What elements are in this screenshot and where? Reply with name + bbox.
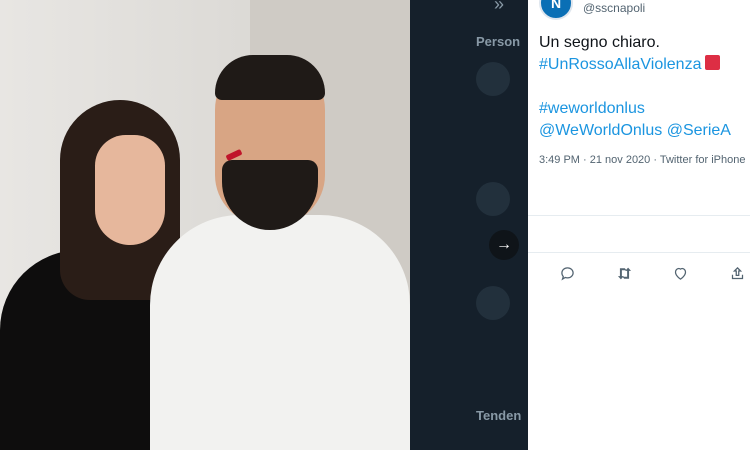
suggestion-avatar[interactable] bbox=[476, 182, 510, 216]
red-square-emoji bbox=[705, 55, 721, 70]
tweet-timestamp[interactable]: 3:49 PM · 21 nov 2020 · Twitter for iPho… bbox=[539, 154, 745, 166]
hashtag-link[interactable]: #UnRossoAllaViolenza bbox=[539, 56, 701, 73]
hashtag-link[interactable]: #weworldonlus bbox=[539, 100, 645, 117]
tweet-line-2: #UnRossoAllaViolenza bbox=[539, 54, 749, 76]
tweet-line-1: Un segno chiaro. bbox=[539, 34, 660, 51]
mention-link[interactable]: @WeWorldOnlus bbox=[539, 122, 662, 139]
divider bbox=[528, 215, 750, 216]
background-sidebar bbox=[410, 0, 528, 450]
retweet-icon[interactable] bbox=[613, 262, 635, 284]
suggestion-avatar[interactable] bbox=[476, 286, 510, 320]
next-image-button[interactable]: → bbox=[489, 230, 519, 260]
trending-heading: Tenden bbox=[476, 408, 522, 423]
divider bbox=[528, 252, 750, 253]
mention-link[interactable]: @SerieA bbox=[667, 122, 731, 139]
reply-icon[interactable] bbox=[556, 262, 578, 284]
tweet-actions bbox=[528, 262, 750, 284]
who-to-follow-heading: Person bbox=[476, 34, 521, 49]
tweet-line-4: @WeWorldOnlus @SerieA bbox=[539, 120, 749, 142]
tweet-text: Un segno chiaro. #UnRossoAllaViolenza #w… bbox=[539, 32, 749, 142]
tweet-panel: N @sscnapoli Un segno chiaro. #UnRossoAl… bbox=[528, 0, 750, 450]
photo-man-hair bbox=[215, 55, 325, 100]
photo-woman-face bbox=[95, 135, 165, 245]
author-handle[interactable]: @sscnapoli bbox=[583, 1, 645, 15]
tweet-line-3: #weworldonlus bbox=[539, 98, 749, 120]
tweet-photo[interactable] bbox=[0, 0, 410, 450]
like-icon[interactable] bbox=[669, 262, 691, 284]
expand-icon[interactable]: » bbox=[494, 0, 504, 15]
suggestion-avatar[interactable] bbox=[476, 62, 510, 96]
author-avatar[interactable]: N bbox=[539, 0, 573, 20]
photo-man-sweater bbox=[150, 215, 410, 450]
share-icon[interactable] bbox=[726, 262, 748, 284]
